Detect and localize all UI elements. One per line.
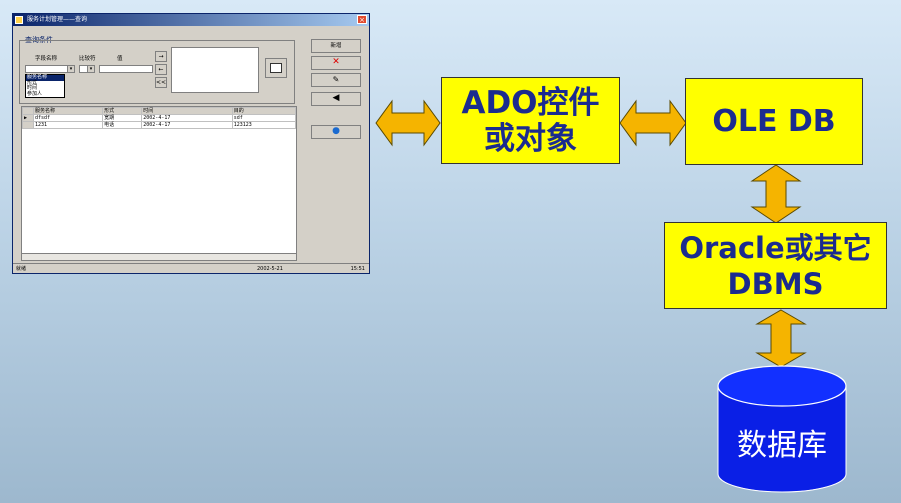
ado-box-line-2: 或对象 [483, 120, 577, 157]
ado-box-line-1: ADO控件 [461, 84, 600, 121]
ado-control-box: ADO控件 或对象 [441, 77, 620, 164]
oracle-dbms-box: Oracle或其它 DBMS [664, 222, 887, 309]
database-label: 数据库 [737, 428, 827, 463]
oledb-label: OLE DB [712, 104, 836, 139]
double-arrow-vertical-1 [750, 164, 802, 224]
double-arrow-horizontal-1 [375, 99, 441, 147]
double-arrow-horizontal-2 [619, 99, 687, 147]
oracle-box-line-1: Oracle或其它 [679, 230, 872, 265]
oledb-box: OLE DB [685, 78, 863, 165]
double-arrow-vertical-2 [755, 309, 807, 368]
oracle-box-line-2: DBMS [727, 266, 824, 301]
